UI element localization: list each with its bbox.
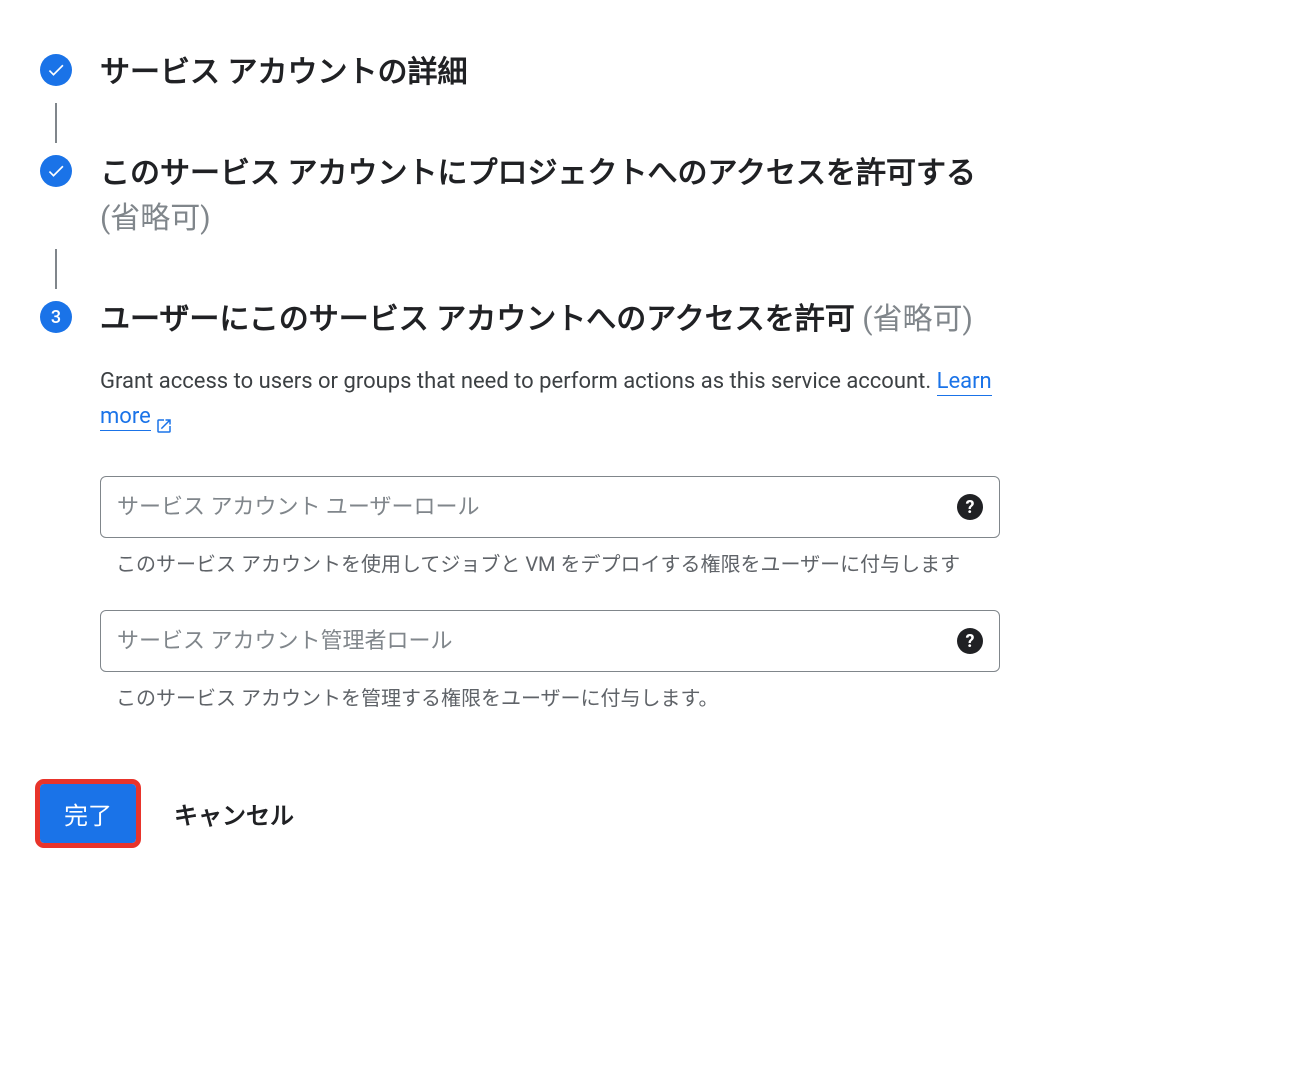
admin-role-input-wrap[interactable]: ? [100,610,1000,672]
admin-role-input[interactable] [117,629,947,654]
user-role-input-wrap[interactable]: ? [100,476,1000,538]
user-role-field-group: ? このサービス アカウントを使用してジョブと VM をデプロイする権限をユーザ… [100,476,1000,580]
step-2-title: このサービス アカウントにプロジェクトへのアクセスを許可する (省略可) [100,151,1000,241]
help-icon[interactable]: ? [957,494,983,520]
admin-role-hint: このサービス アカウントを管理する権限をユーザーに付与します。 [100,682,1000,714]
help-icon[interactable]: ? [957,628,983,654]
step-connector [55,103,57,143]
check-icon [40,54,72,86]
step-2-optional: (省略可) [100,201,211,236]
step-2-title-main: このサービス アカウントにプロジェクトへのアクセスを許可する [100,156,976,191]
step-1[interactable]: サービス アカウントの詳細 [40,50,1254,95]
step-2[interactable]: このサービス アカウントにプロジェクトへのアクセスを許可する (省略可) [40,151,1254,241]
admin-role-field-group: ? このサービス アカウントを管理する権限をユーザーに付与します。 [100,610,1000,714]
step-number-icon: 3 [40,301,72,333]
step-3-title: ユーザーにこのサービス アカウントへのアクセスを許可 (省略可) [100,297,1000,342]
step-1-title: サービス アカウントの詳細 [100,50,1000,95]
done-button[interactable]: 完了 [40,784,136,843]
cancel-button[interactable]: キャンセル [166,784,302,843]
step-3-description: Grant access to users or groups that nee… [100,364,1000,434]
actions-row: 完了 キャンセル [40,784,1254,843]
step-3: 3 ユーザーにこのサービス アカウントへのアクセスを許可 (省略可) Grant… [40,297,1254,714]
external-link-icon [155,411,173,429]
step-connector [55,249,57,289]
stepper: サービス アカウントの詳細 このサービス アカウントにプロジェクトへのアクセスを… [40,50,1254,714]
step-3-desc-text: Grant access to users or groups that nee… [100,369,937,394]
step-3-title-main: ユーザーにこのサービス アカウントへのアクセスを許可 [100,302,862,337]
user-role-input[interactable] [117,495,947,520]
user-role-hint: このサービス アカウントを使用してジョブと VM をデプロイする権限をユーザーに… [100,548,1000,580]
check-icon [40,155,72,187]
step-3-optional: (省略可) [862,302,973,337]
